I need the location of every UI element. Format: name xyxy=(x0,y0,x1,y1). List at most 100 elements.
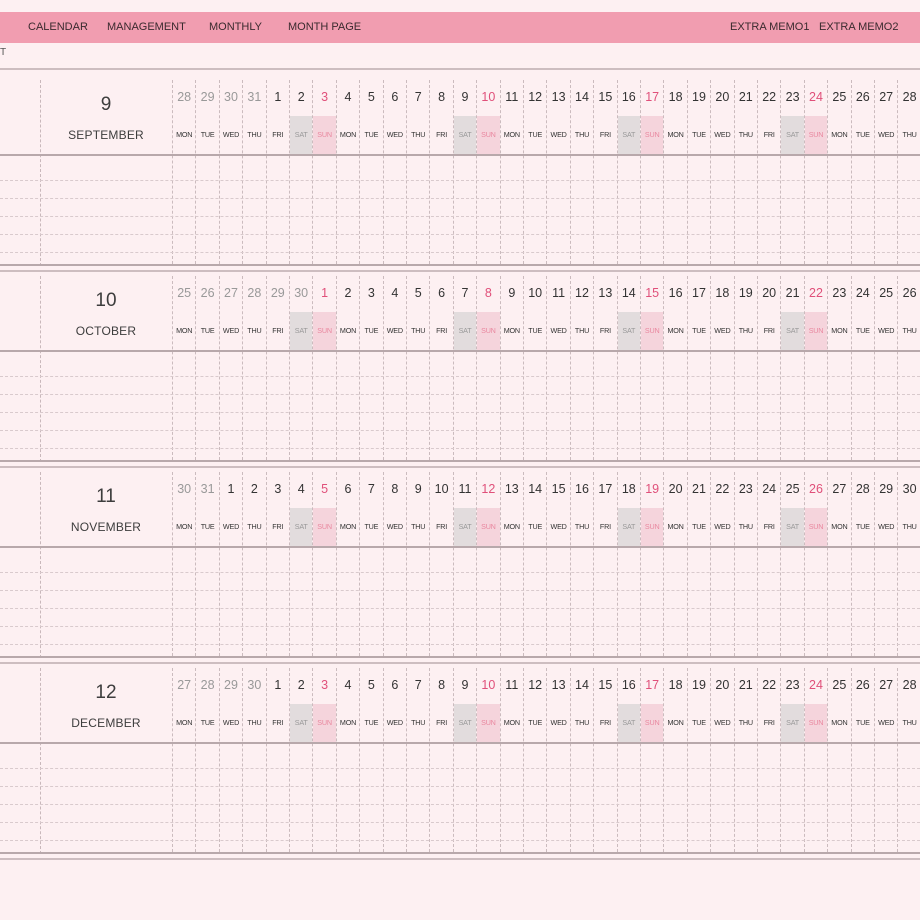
day-column[interactable]: 16 SAT xyxy=(616,80,640,264)
day-column[interactable]: 28 THU xyxy=(897,668,920,852)
day-column[interactable]: 5 SUN xyxy=(312,472,336,656)
month-number[interactable]: 12 xyxy=(40,682,172,704)
month-name[interactable]: NOVEMBER xyxy=(40,520,172,534)
day-column[interactable]: 3 FRI xyxy=(265,472,289,656)
day-column[interactable]: 3 SUN xyxy=(312,80,336,264)
day-column[interactable]: 3 SUN xyxy=(312,668,336,852)
day-column[interactable]: 9 THU xyxy=(406,472,429,656)
day-column[interactable]: 15 SUN xyxy=(640,276,664,460)
day-column[interactable]: 11 MON xyxy=(499,668,523,852)
day-column[interactable]: 24 FRI xyxy=(757,472,780,656)
day-column[interactable]: 19 THU xyxy=(733,276,757,460)
day-column[interactable]: 26 TUE xyxy=(850,668,874,852)
day-column[interactable]: 1 FRI xyxy=(265,668,289,852)
day-column[interactable]: 13 MON xyxy=(499,472,523,656)
day-column[interactable]: 30 THU xyxy=(897,472,920,656)
day-number[interactable]: 28 xyxy=(896,678,920,692)
month-name[interactable]: SEPTEMBER xyxy=(40,128,172,142)
day-column[interactable]: 6 FRI xyxy=(429,276,452,460)
day-column[interactable]: 2 THU xyxy=(242,472,265,656)
day-column[interactable]: 21 SAT xyxy=(780,276,804,460)
day-column[interactable]: 20 WED xyxy=(710,668,733,852)
nav-calendar[interactable]: CALENDAR xyxy=(28,12,88,43)
day-column[interactable]: 7 TUE xyxy=(359,472,382,656)
day-column[interactable]: 26 TUE xyxy=(195,276,218,460)
day-column[interactable]: 24 SUN xyxy=(803,668,828,852)
day-column[interactable]: 3 TUE xyxy=(359,276,382,460)
day-column[interactable]: 9 SAT xyxy=(452,80,477,264)
month-name[interactable]: DECEMBER xyxy=(40,716,172,730)
day-column[interactable]: 6 WED xyxy=(382,668,406,852)
day-column[interactable]: 8 FRI xyxy=(429,80,452,264)
day-column[interactable]: 26 SUN xyxy=(803,472,828,656)
day-column[interactable]: 26 TUE xyxy=(850,80,874,264)
day-column[interactable]: 27 WED xyxy=(874,80,897,264)
day-column[interactable]: 12 TUE xyxy=(523,668,546,852)
nav-month-page[interactable]: MONTH PAGE xyxy=(288,12,361,43)
day-column[interactable]: 13 WED xyxy=(546,80,569,264)
day-column[interactable]: 11 WED xyxy=(546,276,569,460)
day-column[interactable]: 24 TUE xyxy=(850,276,874,460)
day-column[interactable]: 25 SAT xyxy=(780,472,804,656)
day-column[interactable]: 27 WED xyxy=(874,668,897,852)
day-column[interactable]: 26 THU xyxy=(897,276,920,460)
day-column[interactable]: 20 WED xyxy=(710,80,733,264)
day-column[interactable]: 10 SUN xyxy=(476,80,500,264)
nav-extra-memo1[interactable]: EXTRA MEMO1 xyxy=(730,12,809,43)
day-column[interactable]: 31 THU xyxy=(242,80,265,264)
nav-monthly[interactable]: MONTHLY xyxy=(209,12,262,43)
day-column[interactable]: 18 MON xyxy=(663,80,686,264)
day-column[interactable]: 29 WED xyxy=(874,472,897,656)
day-column[interactable]: 13 FRI xyxy=(593,276,616,460)
day-column[interactable]: 16 SAT xyxy=(616,668,640,852)
day-column[interactable]: 23 SAT xyxy=(780,80,804,264)
day-column[interactable]: 19 SUN xyxy=(640,472,664,656)
day-column[interactable]: 19 TUE xyxy=(686,80,710,264)
day-column[interactable]: 31 TUE xyxy=(195,472,218,656)
day-column[interactable]: 28 THU xyxy=(897,80,920,264)
day-column[interactable]: 13 WED xyxy=(546,668,569,852)
day-column[interactable]: 21 THU xyxy=(733,80,757,264)
day-column[interactable]: 9 SAT xyxy=(452,668,477,852)
day-column[interactable]: 6 WED xyxy=(382,80,406,264)
day-column[interactable]: 5 TUE xyxy=(359,80,382,264)
day-column[interactable]: 14 THU xyxy=(569,80,593,264)
day-column[interactable]: 30 WED xyxy=(218,80,242,264)
day-column[interactable]: 9 MON xyxy=(499,276,523,460)
day-column[interactable]: 15 FRI xyxy=(593,80,616,264)
day-column[interactable]: 18 WED xyxy=(710,276,733,460)
month-number[interactable]: 11 xyxy=(40,486,172,508)
day-column[interactable]: 10 FRI xyxy=(429,472,452,656)
day-column[interactable]: 20 MON xyxy=(663,472,686,656)
day-column[interactable]: 23 MON xyxy=(827,276,850,460)
day-column[interactable]: 27 MON xyxy=(827,472,850,656)
day-column[interactable]: 28 MON xyxy=(172,80,195,264)
day-column[interactable]: 29 FRI xyxy=(265,276,289,460)
day-column[interactable]: 17 SUN xyxy=(640,668,664,852)
month-number[interactable]: 9 xyxy=(40,94,172,116)
day-column[interactable]: 2 SAT xyxy=(289,80,313,264)
day-column[interactable]: 25 MON xyxy=(827,668,850,852)
day-column[interactable]: 12 TUE xyxy=(523,80,546,264)
day-column[interactable]: 17 SUN xyxy=(640,80,664,264)
day-column[interactable]: 27 MON xyxy=(172,668,195,852)
day-column[interactable]: 14 THU xyxy=(569,668,593,852)
day-column[interactable]: 6 MON xyxy=(335,472,359,656)
day-column[interactable]: 23 SAT xyxy=(780,668,804,852)
day-column[interactable]: 22 WED xyxy=(710,472,733,656)
day-column[interactable]: 5 TUE xyxy=(359,668,382,852)
day-column[interactable]: 1 SUN xyxy=(312,276,336,460)
day-column[interactable]: 28 TUE xyxy=(195,668,218,852)
day-column[interactable]: 8 SUN xyxy=(476,276,500,460)
day-column[interactable]: 8 FRI xyxy=(429,668,452,852)
month-number[interactable]: 10 xyxy=(40,290,172,312)
day-column[interactable]: 7 SAT xyxy=(452,276,477,460)
day-column[interactable]: 17 FRI xyxy=(593,472,616,656)
day-number[interactable]: 30 xyxy=(896,482,920,496)
day-column[interactable]: 4 MON xyxy=(335,668,359,852)
day-column[interactable]: 10 TUE xyxy=(523,276,546,460)
day-column[interactable]: 23 THU xyxy=(733,472,757,656)
day-column[interactable]: 12 SUN xyxy=(476,472,500,656)
day-column[interactable]: 2 SAT xyxy=(289,668,313,852)
day-column[interactable]: 22 FRI xyxy=(757,80,780,264)
